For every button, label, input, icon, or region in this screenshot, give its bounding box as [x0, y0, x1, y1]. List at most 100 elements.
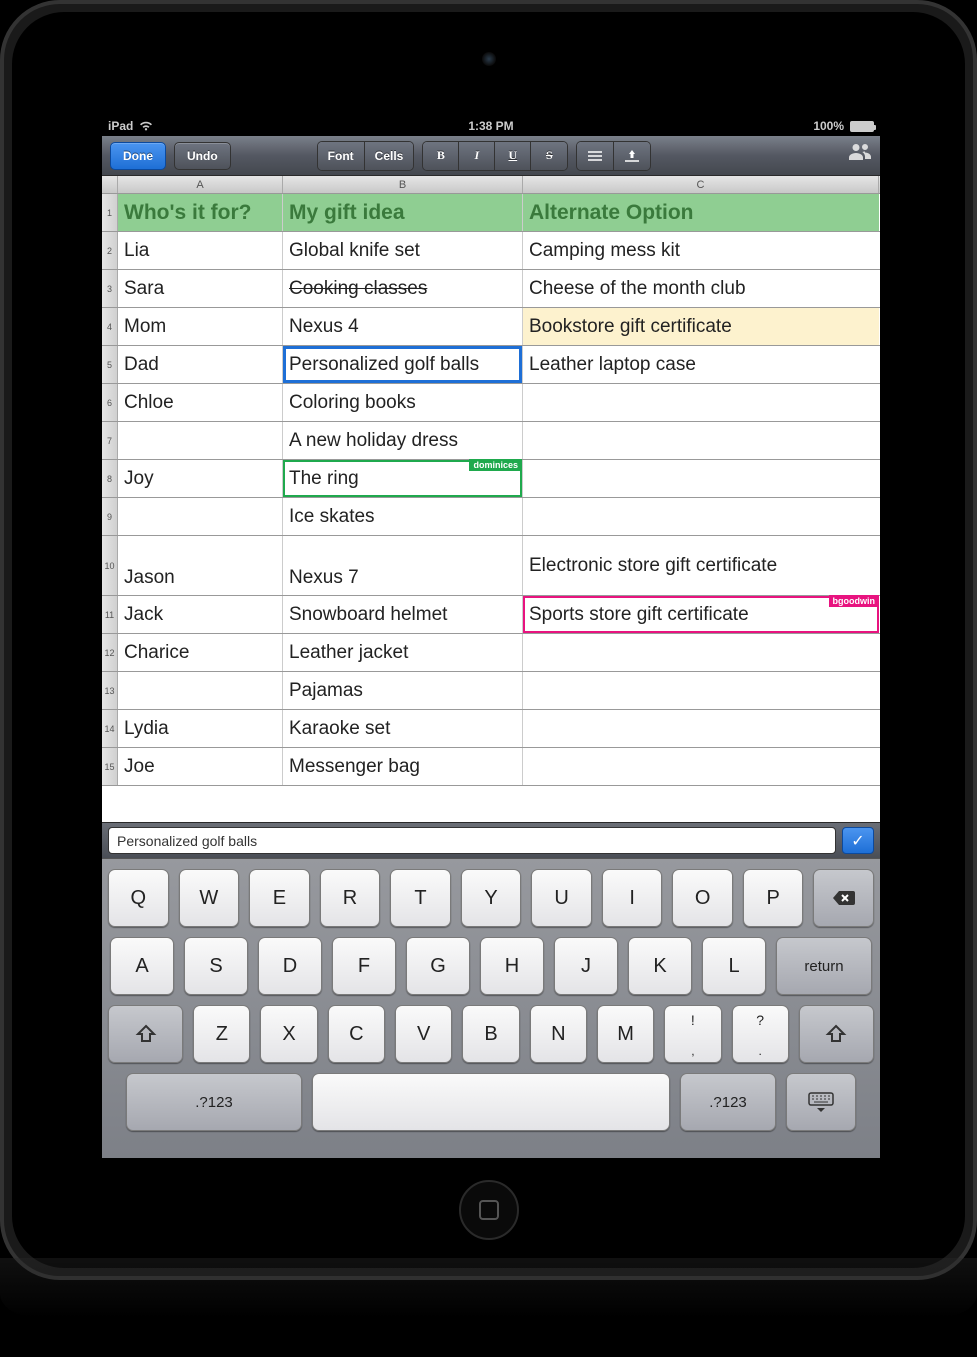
- key-g[interactable]: G: [406, 937, 470, 995]
- cell[interactable]: Nexus 7: [283, 536, 523, 595]
- row-number[interactable]: 3: [102, 270, 118, 307]
- column-header-c[interactable]: C: [523, 176, 879, 193]
- italic-button[interactable]: I: [459, 142, 495, 170]
- cell[interactable]: Sports store gift certificatebgoodwin: [523, 596, 879, 633]
- mode-key-right[interactable]: .?123: [680, 1073, 776, 1131]
- corner-header[interactable]: [102, 176, 118, 193]
- key-a[interactable]: A: [110, 937, 174, 995]
- cell[interactable]: Lia: [118, 232, 283, 269]
- key-m[interactable]: M: [597, 1005, 654, 1063]
- cell[interactable]: [118, 498, 283, 535]
- cell[interactable]: Lydia: [118, 710, 283, 747]
- key-z[interactable]: Z: [193, 1005, 250, 1063]
- cell[interactable]: Snowboard helmet: [283, 596, 523, 633]
- cell[interactable]: Who's it for?: [118, 194, 283, 231]
- row-number[interactable]: 9: [102, 498, 118, 535]
- cell[interactable]: Nexus 4: [283, 308, 523, 345]
- cell[interactable]: Joe: [118, 748, 283, 785]
- cell[interactable]: Messenger bag: [283, 748, 523, 785]
- key-c[interactable]: C: [328, 1005, 385, 1063]
- cell[interactable]: [523, 422, 879, 459]
- key-s[interactable]: S: [184, 937, 248, 995]
- row-number[interactable]: 13: [102, 672, 118, 709]
- shift-key[interactable]: [108, 1005, 183, 1063]
- key-p[interactable]: P: [743, 869, 804, 927]
- cell[interactable]: Leather laptop case: [523, 346, 879, 383]
- cells-button[interactable]: Cells: [365, 142, 414, 170]
- mode-key[interactable]: .?123: [126, 1073, 302, 1131]
- row-number[interactable]: 2: [102, 232, 118, 269]
- key-r[interactable]: R: [320, 869, 381, 927]
- cell[interactable]: [118, 672, 283, 709]
- cell[interactable]: Joy: [118, 460, 283, 497]
- formula-confirm-button[interactable]: ✓: [842, 827, 874, 854]
- key-u[interactable]: U: [531, 869, 592, 927]
- key-y[interactable]: Y: [461, 869, 522, 927]
- key-v[interactable]: V: [395, 1005, 452, 1063]
- key-x[interactable]: X: [260, 1005, 317, 1063]
- home-button[interactable]: [459, 1180, 519, 1240]
- cell[interactable]: Alternate Option: [523, 194, 879, 231]
- cell[interactable]: Ice skates: [283, 498, 523, 535]
- key-period[interactable]: ?.: [732, 1005, 789, 1063]
- key-n[interactable]: N: [530, 1005, 587, 1063]
- backspace-key[interactable]: [813, 869, 874, 927]
- collaborators-button[interactable]: [848, 143, 872, 168]
- space-key[interactable]: [312, 1073, 670, 1131]
- undo-button[interactable]: Undo: [174, 142, 231, 170]
- row-number[interactable]: 5: [102, 346, 118, 383]
- shift-key-right[interactable]: [799, 1005, 874, 1063]
- cell[interactable]: Karaoke set: [283, 710, 523, 747]
- row-number[interactable]: 1: [102, 194, 118, 231]
- cell[interactable]: The ringdominices: [283, 460, 523, 497]
- cell[interactable]: Leather jacket: [283, 634, 523, 671]
- align-horizontal-button[interactable]: [577, 142, 614, 170]
- column-header-a[interactable]: A: [118, 176, 283, 193]
- row-number[interactable]: 6: [102, 384, 118, 421]
- cell[interactable]: Electronic store gift certificate: [523, 536, 879, 595]
- key-o[interactable]: O: [672, 869, 733, 927]
- row-number[interactable]: 4: [102, 308, 118, 345]
- key-q[interactable]: Q: [108, 869, 169, 927]
- cell[interactable]: [523, 634, 879, 671]
- key-i[interactable]: I: [602, 869, 663, 927]
- cell[interactable]: Charice: [118, 634, 283, 671]
- row-number[interactable]: 11: [102, 596, 118, 633]
- cell[interactable]: [523, 710, 879, 747]
- key-t[interactable]: T: [390, 869, 451, 927]
- key-e[interactable]: E: [249, 869, 310, 927]
- cell[interactable]: Pajamas: [283, 672, 523, 709]
- cell[interactable]: Bookstore gift certificate: [523, 308, 879, 345]
- key-k[interactable]: K: [628, 937, 692, 995]
- key-b[interactable]: B: [462, 1005, 519, 1063]
- cell[interactable]: Jack: [118, 596, 283, 633]
- key-h[interactable]: H: [480, 937, 544, 995]
- cell[interactable]: Jason: [118, 536, 283, 595]
- cell[interactable]: Coloring books: [283, 384, 523, 421]
- align-vertical-button[interactable]: [614, 142, 650, 170]
- cell[interactable]: Personalized golf balls: [283, 346, 523, 383]
- cell[interactable]: [523, 672, 879, 709]
- key-j[interactable]: J: [554, 937, 618, 995]
- row-number[interactable]: 14: [102, 710, 118, 747]
- bold-button[interactable]: B: [423, 142, 459, 170]
- cell[interactable]: A new holiday dress: [283, 422, 523, 459]
- column-header-b[interactable]: B: [283, 176, 523, 193]
- strikethrough-button[interactable]: S: [531, 142, 567, 170]
- key-d[interactable]: D: [258, 937, 322, 995]
- cell[interactable]: [118, 422, 283, 459]
- cell[interactable]: Sara: [118, 270, 283, 307]
- cell[interactable]: Dad: [118, 346, 283, 383]
- cell[interactable]: [523, 498, 879, 535]
- row-number[interactable]: 10: [102, 536, 118, 595]
- cell[interactable]: [523, 384, 879, 421]
- formula-input[interactable]: Personalized golf balls: [108, 827, 836, 854]
- cell[interactable]: [523, 748, 879, 785]
- hide-keyboard-key[interactable]: [786, 1073, 856, 1131]
- key-f[interactable]: F: [332, 937, 396, 995]
- row-number[interactable]: 12: [102, 634, 118, 671]
- cell[interactable]: [523, 460, 879, 497]
- done-button[interactable]: Done: [110, 142, 166, 170]
- return-key[interactable]: return: [776, 937, 872, 995]
- cell[interactable]: Camping mess kit: [523, 232, 879, 269]
